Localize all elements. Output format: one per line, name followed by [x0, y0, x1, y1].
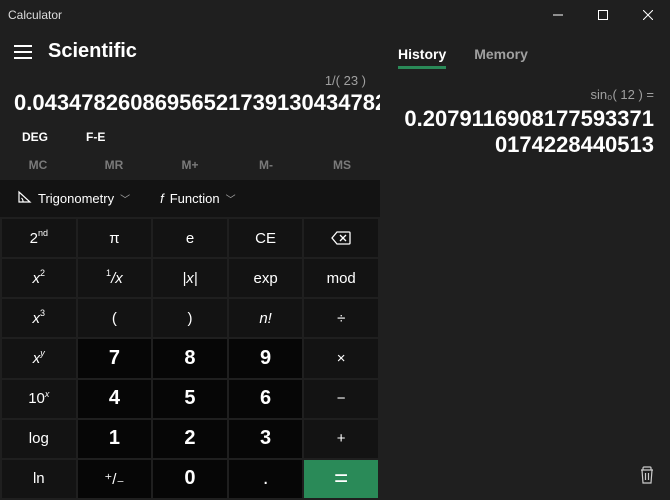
key-7[interactable]: 7 — [78, 339, 152, 377]
memory-minus[interactable]: M- — [228, 158, 304, 172]
key-x2[interactable]: x2 — [2, 259, 76, 297]
tab-memory[interactable]: Memory — [474, 46, 528, 69]
memory-plus[interactable]: M+ — [152, 158, 228, 172]
key-factorial[interactable]: n! — [229, 299, 303, 337]
key-exp[interactable]: exp — [229, 259, 303, 297]
key-x3[interactable]: x3 — [2, 299, 76, 337]
trigonometry-dropdown[interactable]: Trigonometry ﹀ — [18, 190, 130, 207]
maximize-button[interactable] — [580, 0, 625, 30]
key-8[interactable]: 8 — [153, 339, 227, 377]
mode-title: Scientific — [48, 40, 137, 63]
chevron-down-icon: ﹀ — [120, 191, 130, 206]
key-lparen[interactable]: ( — [78, 299, 152, 337]
menu-icon[interactable] — [14, 45, 32, 59]
deg-toggle[interactable]: DEG — [22, 130, 48, 144]
key-abs[interactable]: |x| — [153, 259, 227, 297]
key-reciprocal[interactable]: 1/x — [78, 259, 152, 297]
key-minus[interactable]: − — [304, 380, 378, 418]
key-multiply[interactable]: × — [304, 339, 378, 377]
key-pi[interactable]: π — [78, 219, 152, 257]
key-divide[interactable]: ÷ — [304, 299, 378, 337]
chevron-down-icon: ﹀ — [226, 191, 236, 206]
key-0[interactable]: 0 — [153, 460, 227, 498]
history-result: 0.2079116908177593371 0174228440513 — [396, 106, 654, 159]
close-button[interactable] — [625, 0, 670, 30]
expression-display: 1/( 23 ) — [0, 73, 380, 88]
result-display: 0.043478260869565217391304347826 09 — [0, 88, 380, 124]
history-expression: sin₀( 12 ) = — [396, 87, 654, 102]
key-ln[interactable]: ln — [2, 460, 76, 498]
key-5[interactable]: 5 — [153, 380, 227, 418]
key-3[interactable]: 3 — [229, 420, 303, 458]
key-rparen[interactable]: ) — [153, 299, 227, 337]
key-negate[interactable]: ⁺/₋ — [78, 460, 152, 498]
angle-icon — [18, 190, 32, 207]
key-6[interactable]: 6 — [229, 380, 303, 418]
key-xy[interactable]: xy — [2, 339, 76, 377]
key-decimal[interactable]: . — [229, 460, 303, 498]
key-2nd[interactable]: 2nd — [2, 219, 76, 257]
memory-recall[interactable]: MR — [76, 158, 152, 172]
key-9[interactable]: 9 — [229, 339, 303, 377]
key-log[interactable]: log — [2, 420, 76, 458]
history-entry[interactable]: sin₀( 12 ) = 0.2079116908177593371 01742… — [396, 87, 654, 159]
key-equals[interactable]: = — [304, 460, 378, 498]
key-mod[interactable]: mod — [304, 259, 378, 297]
tab-history[interactable]: History — [398, 46, 446, 69]
key-backspace[interactable] — [304, 219, 378, 257]
minimize-button[interactable] — [535, 0, 580, 30]
key-10x[interactable]: 10x — [2, 380, 76, 418]
clear-history-button[interactable] — [638, 465, 656, 490]
function-dropdown[interactable]: f Function ﹀ — [160, 191, 236, 206]
key-2[interactable]: 2 — [153, 420, 227, 458]
function-icon: f — [160, 191, 164, 206]
key-e[interactable]: e — [153, 219, 227, 257]
key-4[interactable]: 4 — [78, 380, 152, 418]
memory-store[interactable]: MS — [304, 158, 380, 172]
key-ce[interactable]: CE — [229, 219, 303, 257]
key-1[interactable]: 1 — [78, 420, 152, 458]
memory-clear[interactable]: MC — [0, 158, 76, 172]
fe-toggle[interactable]: F-E — [86, 130, 105, 144]
window-title: Calculator — [8, 8, 62, 22]
key-plus[interactable]: + — [304, 420, 378, 458]
